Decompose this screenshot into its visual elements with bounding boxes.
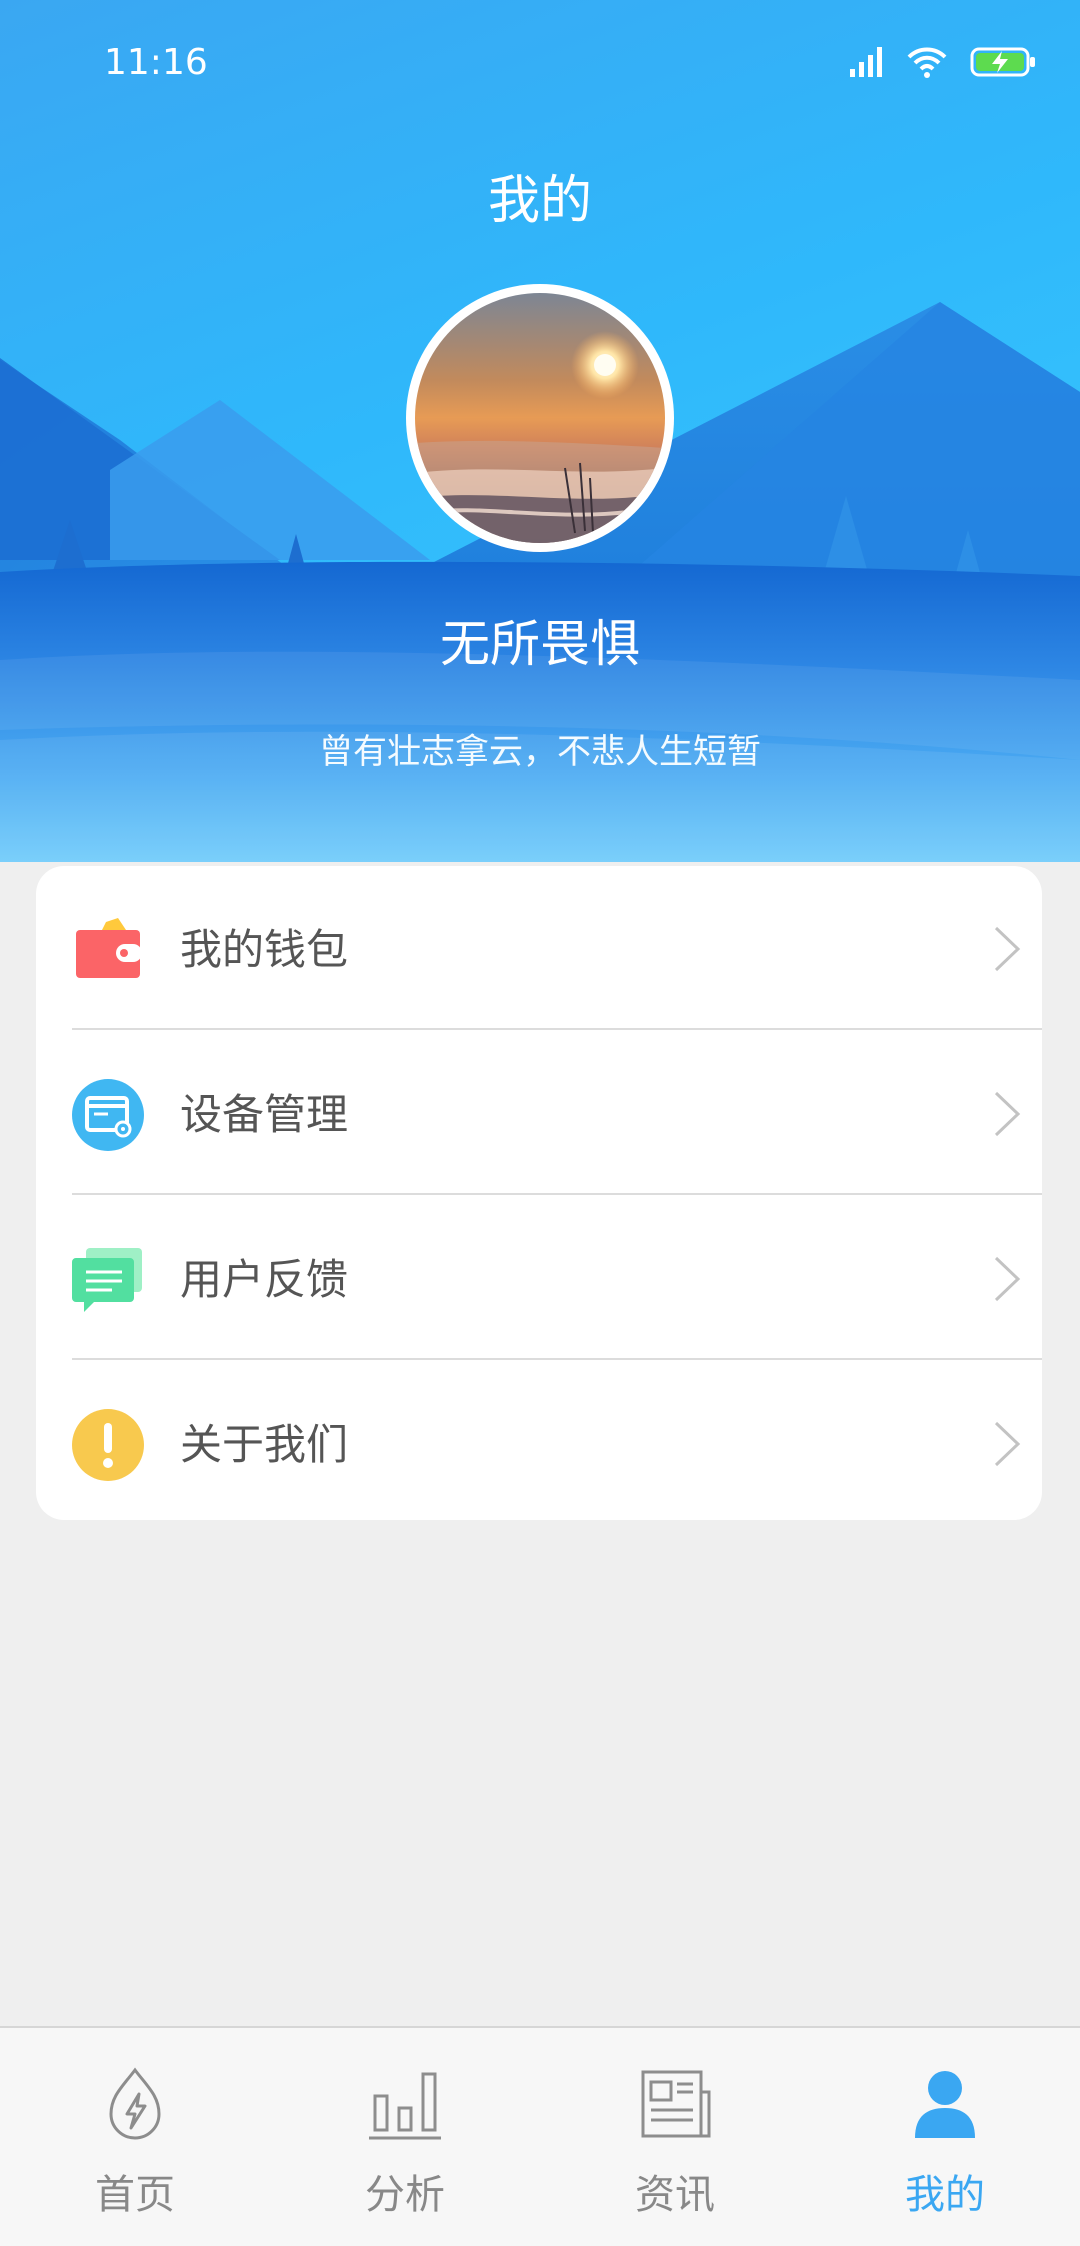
divider bbox=[72, 1358, 1042, 1360]
status-time: 11:16 bbox=[104, 42, 208, 83]
nav-tab-analysis[interactable]: 分析 bbox=[270, 2028, 540, 2246]
menu-item-label: 设备管理 bbox=[180, 1090, 349, 1139]
nav-label: 资讯 bbox=[635, 2172, 715, 2218]
chevron-right-icon bbox=[986, 924, 1026, 974]
signal-icon bbox=[850, 47, 884, 81]
user-icon bbox=[905, 2064, 985, 2144]
about-icon bbox=[72, 1409, 144, 1481]
divider bbox=[72, 1028, 1042, 1030]
news-icon bbox=[635, 2064, 715, 2144]
menu-card: 我的钱包 设备管理 用户反馈 关于我们 bbox=[36, 866, 1042, 1520]
feedback-icon bbox=[72, 1244, 144, 1316]
profile-header: 11:16 我的 无所畏惧 曾有壮志拿云，不悲人生短暂 bbox=[0, 0, 1080, 862]
menu-item-about-us[interactable]: 关于我们 bbox=[36, 1361, 1042, 1525]
menu-item-label: 用户反馈 bbox=[180, 1255, 349, 1304]
wifi-icon bbox=[906, 46, 948, 82]
divider bbox=[72, 1193, 1042, 1195]
wallet-icon bbox=[72, 914, 144, 986]
chevron-right-icon bbox=[986, 1419, 1026, 1469]
menu-item-label: 关于我们 bbox=[180, 1420, 349, 1469]
page-title: 我的 bbox=[487, 171, 592, 231]
bar-chart-icon bbox=[365, 2064, 445, 2144]
device-management-icon bbox=[72, 1079, 144, 1151]
avatar[interactable] bbox=[406, 284, 674, 552]
battery-charging-icon bbox=[970, 47, 1036, 81]
nav-tab-home[interactable]: 首页 bbox=[0, 2028, 270, 2246]
nav-label: 首页 bbox=[95, 2172, 175, 2218]
nav-label: 分析 bbox=[365, 2172, 445, 2218]
chevron-right-icon bbox=[986, 1254, 1026, 1304]
bottom-navigation: 首页 分析 资讯 我的 bbox=[0, 2026, 1080, 2246]
nav-tab-news[interactable]: 资讯 bbox=[540, 2028, 810, 2246]
avatar-sunset-photo bbox=[415, 293, 665, 543]
menu-item-wallet[interactable]: 我的钱包 bbox=[36, 866, 1042, 1030]
nav-label: 我的 bbox=[905, 2172, 985, 2218]
menu-item-feedback[interactable]: 用户反馈 bbox=[36, 1196, 1042, 1360]
menu-item-device-management[interactable]: 设备管理 bbox=[36, 1031, 1042, 1195]
status-bar: 11:16 bbox=[0, 0, 1080, 128]
user-signature: 曾有壮志拿云，不悲人生短暂 bbox=[319, 732, 761, 772]
nav-tab-mine[interactable]: 我的 bbox=[810, 2028, 1080, 2246]
home-bolt-icon bbox=[95, 2064, 175, 2144]
chevron-right-icon bbox=[986, 1089, 1026, 1139]
username: 无所畏惧 bbox=[440, 615, 640, 673]
menu-item-label: 我的钱包 bbox=[180, 925, 349, 974]
